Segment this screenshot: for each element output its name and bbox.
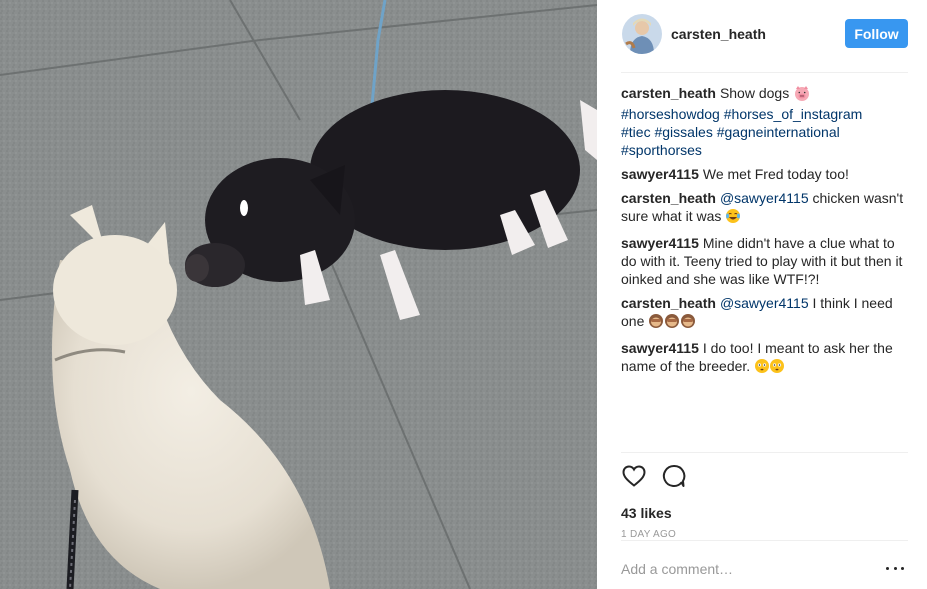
hashtag-link[interactable]: #gissales [654, 124, 712, 140]
add-comment-input[interactable] [621, 560, 871, 577]
comment-author[interactable]: sawyer4115 [621, 166, 699, 182]
heart-icon[interactable] [621, 463, 647, 489]
post-photo[interactable] [0, 0, 597, 589]
caption-text: Show dogs [719, 85, 790, 101]
comment-text: We met Fred today too! [702, 166, 849, 182]
instagram-post: carsten_heath Follow carsten_heath Show d… [0, 0, 927, 589]
comment-author[interactable]: sawyer4115 [621, 235, 699, 251]
hashtag-link[interactable]: #sporthorses [621, 142, 702, 158]
hashtag-link[interactable]: #gagneinternational [717, 124, 840, 140]
hashtag-link[interactable]: #horseshowdog [621, 106, 720, 122]
post-author-username[interactable]: carsten_heath [671, 26, 766, 42]
flushed-face-emoji [754, 358, 786, 378]
post-details-panel: carsten_heath Follow carsten_heath Show d… [597, 0, 927, 589]
more-options-icon[interactable] [886, 563, 904, 573]
comment-mention[interactable]: @sawyer4115 [720, 190, 809, 206]
photo-pig-and-dog [0, 0, 597, 589]
comment-icon[interactable] [661, 463, 687, 489]
comment-mention[interactable]: @sawyer4115 [720, 295, 809, 311]
follow-button[interactable]: Follow [845, 19, 908, 48]
likes-count[interactable]: 43 likes [621, 505, 908, 521]
comment-item: sawyer4115 Mine didn't have a clue what t… [621, 234, 909, 288]
tears-of-joy-emoji [725, 208, 741, 228]
comment-item: carsten_heath @sawyer4115 chicken wasn't … [621, 189, 909, 228]
add-comment-section [621, 540, 908, 589]
comment-author[interactable]: sawyer4115 [621, 340, 699, 356]
post-timestamp: 1 DAY AGO [621, 529, 677, 540]
see-no-evil-monkey-emoji [648, 313, 696, 333]
comment-item: carsten_heath @sawyer4115 I think I need … [621, 294, 909, 333]
avatar[interactable] [622, 13, 662, 54]
hashtag-link[interactable]: #tiec [621, 124, 651, 140]
comment-item: sawyer4115 I do too! I meant to ask her t… [621, 339, 909, 378]
comment-author[interactable]: carsten_heath [621, 295, 716, 311]
caption-author[interactable]: carsten_heath [621, 85, 716, 101]
action-bar [621, 463, 908, 489]
hashtag-link[interactable]: #horses_of_instagram [724, 106, 863, 122]
caption: carsten_heath Show dogs #horseshowdog #ho… [621, 84, 909, 159]
post-actions: 43 likes 1 DAY AGO [621, 452, 908, 540]
comments-list: carsten_heath Show dogs #horseshowdog #ho… [621, 84, 909, 384]
post-header: carsten_heath Follow [621, 0, 908, 73]
comment-author[interactable]: carsten_heath [621, 190, 716, 206]
comment-item: sawyer4115 We met Fred today too! [621, 165, 909, 183]
pig-face-emoji [793, 85, 811, 105]
avatar-image [622, 13, 662, 54]
